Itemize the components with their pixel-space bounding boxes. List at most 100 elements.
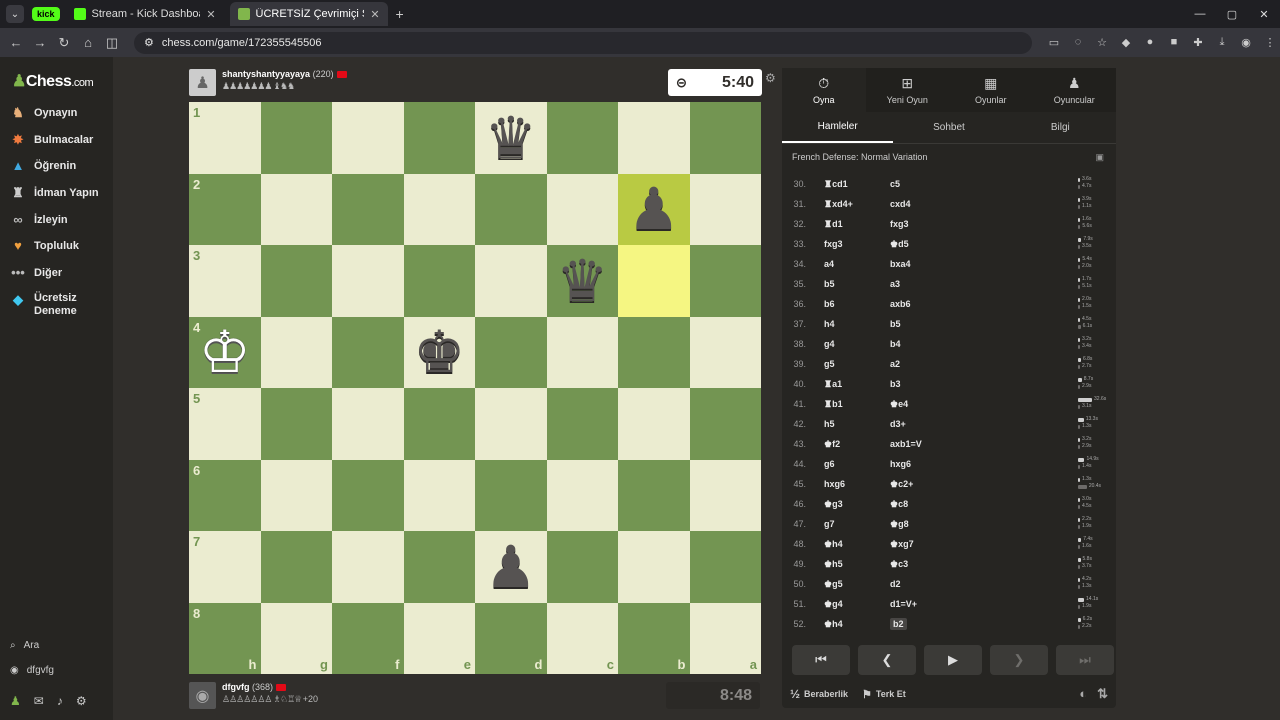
board-square[interactable] [332,245,404,317]
split-view-icon[interactable]: ◫ [100,35,124,51]
board-square[interactable] [618,531,690,603]
minimize-icon[interactable]: — [1184,0,1216,28]
chess-board[interactable]: 1 ♛ 2 ♟ 3 ♛ 4 ♔ ♚ 5 6 7 ♟ 8 h g f e d c b a [189,102,761,674]
board-square[interactable] [260,459,332,531]
white-move[interactable]: ♜b1 [824,399,890,410]
black-piece[interactable]: ♟ [618,174,690,246]
board-square[interactable] [260,173,332,245]
board-square[interactable] [689,388,761,460]
chess-logo[interactable]: ♟Chess.com [12,71,94,91]
extension-icon[interactable]: ◆ [1118,36,1134,49]
board-square[interactable] [475,245,547,317]
board-square[interactable]: c [546,602,618,674]
white-piece[interactable]: ♔ [189,317,261,389]
board-square[interactable] [618,316,690,388]
board-square[interactable] [546,173,618,245]
browser-tab-kick[interactable]: Stream - Kick Dashboard ✕ [66,2,224,26]
opening-name[interactable]: French Defense: Normal Variation [792,152,927,162]
downloads-icon[interactable]: ⤓ [1214,36,1230,49]
black-move[interactable]: ♚c2+ [890,479,1010,490]
board-square[interactable] [546,459,618,531]
board-square[interactable]: ♟ [475,531,547,603]
mail-icon[interactable]: ✉ [34,694,44,708]
black-move[interactable]: fxg3 [890,219,1010,229]
profile-avatar-icon[interactable]: ◉ [1238,36,1254,49]
player-avatar[interactable]: ♟ [189,69,216,96]
sidebar-item-train[interactable]: ♜ İdman Yapın [10,185,98,201]
black-piece[interactable]: ♟ [475,531,547,603]
board-square[interactable]: ♛ [546,245,619,317]
black-move[interactable]: ♚c3 [890,559,1010,570]
board-square[interactable] [332,102,404,174]
black-move[interactable]: a2 [890,359,1010,369]
sidebar-item-learn[interactable]: ▲ Öğrenin [10,158,77,174]
subtab-moves[interactable]: Hamleler [782,112,894,143]
board-square[interactable] [618,459,690,531]
board-square[interactable] [546,531,618,603]
draw-button[interactable]: ½ Beraberlik [790,687,848,701]
board-square[interactable] [260,388,332,460]
black-move[interactable]: d1=V+ [890,599,1010,609]
white-move[interactable]: h5 [824,419,890,429]
close-tab-icon[interactable]: ✕ [206,8,215,21]
bookmark-star-icon[interactable]: ☆ [1094,36,1110,49]
board-square[interactable] [689,173,761,245]
board-square[interactable]: 8h [189,602,261,674]
board-square[interactable] [546,388,618,460]
white-move[interactable]: ♚h5 [824,559,890,570]
next-move-button[interactable]: ❯ [990,645,1048,675]
board-square[interactable]: b [618,602,690,674]
black-piece[interactable]: ♛ [475,102,547,174]
sidebar-item-puzzles[interactable]: ✸ Bulmacalar [10,132,94,148]
white-move[interactable]: ♚f2 [824,439,890,450]
board-square[interactable]: e [403,602,475,674]
black-move[interactable]: hxg6 [890,459,1010,469]
black-piece[interactable]: ♛ [547,245,619,317]
white-move[interactable]: h4 [824,319,890,329]
board-square[interactable] [260,245,332,317]
white-move[interactable]: hxg6 [824,479,890,489]
board-square[interactable] [689,316,761,388]
black-move[interactable]: axb6 [890,299,1010,309]
black-move[interactable]: d3+ [890,419,1010,429]
board-square[interactable] [332,316,404,388]
board-square[interactable] [546,102,618,174]
extension-icon[interactable]: ● [1142,36,1158,49]
black-move[interactable]: b3 [890,379,1010,389]
white-move[interactable]: g4 [824,339,890,349]
sidebar-search[interactable]: ⌕ Ara [10,640,39,651]
board-square[interactable] [475,459,547,531]
board-square[interactable] [618,245,690,317]
black-move[interactable]: ♚e4 [890,399,1010,410]
last-move-button[interactable]: ⏭ [1056,645,1114,675]
play-moves-button[interactable]: ▶ [924,645,982,675]
board-settings-icon[interactable]: ⚙ [765,71,776,85]
black-move[interactable]: d2 [890,579,1010,589]
board-square[interactable] [403,102,475,174]
board-square[interactable]: 7 [189,531,261,603]
board-square[interactable] [689,245,761,317]
black-move[interactable]: cxd4 [890,199,1010,209]
white-move[interactable]: ♜xd4+ [824,199,890,210]
sidebar-item-free-trial[interactable]: ◆ Ücretsiz Deneme [10,292,84,318]
white-move[interactable]: b6 [824,299,890,309]
player-name[interactable]: dfgvfg [222,682,250,692]
white-move[interactable]: ♜d1 [824,219,890,230]
white-move[interactable]: g5 [824,359,890,369]
maximize-icon[interactable]: ▢ [1216,0,1248,28]
sidebar-item-watch[interactable]: ∞ İzleyin [10,212,67,228]
forward-icon[interactable]: → [28,35,52,50]
board-square[interactable] [689,102,761,174]
board-square[interactable] [475,173,547,245]
board-square[interactable]: ♛ [475,102,547,174]
white-move[interactable]: a4 [824,259,890,269]
black-move[interactable]: b2 [890,618,1010,630]
board-square[interactable]: 2 [189,173,261,245]
back-icon[interactable]: ← [4,35,28,50]
previous-move-button[interactable]: ❮ [858,645,916,675]
board-square[interactable] [689,531,761,603]
board-square[interactable] [332,459,404,531]
url-field[interactable]: ⚙ chess.com/game/172355545506 [134,31,1032,54]
flip-board-icon[interactable]: ⇅ [1097,686,1108,702]
board-square[interactable] [260,102,332,174]
